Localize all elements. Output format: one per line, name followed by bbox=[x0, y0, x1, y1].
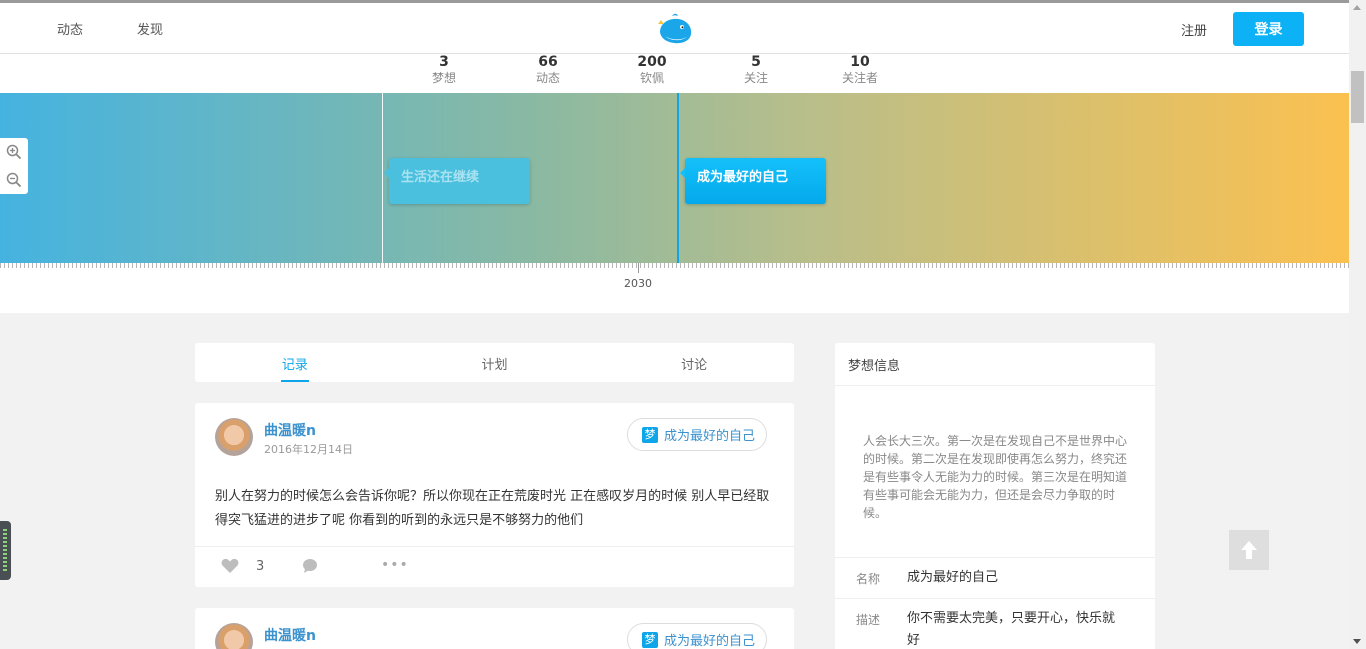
arrow-up-icon bbox=[1241, 541, 1257, 559]
scroll-down-icon[interactable] bbox=[1353, 639, 1361, 644]
scroll-up-icon[interactable] bbox=[1353, 5, 1361, 10]
dream-tag-label: 成为最好的自己 bbox=[664, 429, 756, 444]
info-row-name: 名称 成为最好的自己 bbox=[835, 557, 1155, 598]
zoom-in-icon[interactable] bbox=[0, 138, 28, 166]
info-panel-title: 梦想信息 bbox=[835, 343, 1155, 386]
like-count: 3 bbox=[256, 559, 265, 574]
zoom-controls bbox=[0, 138, 28, 194]
scrollbar-thumb[interactable] bbox=[1351, 71, 1364, 123]
stat-value: 10 bbox=[850, 54, 870, 70]
timeline-marker-line bbox=[382, 93, 383, 263]
dream-tag-button[interactable]: 梦 成为最好的自己 bbox=[627, 418, 768, 451]
dream-timeline[interactable]: 生活还在继续 成为最好的自己 bbox=[0, 93, 1349, 263]
info-key: 描述 bbox=[856, 613, 881, 627]
dream-tag-label: 成为最好的自己 bbox=[664, 634, 756, 649]
post-body: 别人在努力的时候怎么会告诉你呢？所以你现在正在荒废时光 正在感叹岁月的时候 别人… bbox=[215, 489, 770, 528]
post-date: 2016年12月14日 bbox=[264, 443, 353, 456]
stat-label: 梦想 bbox=[431, 71, 456, 85]
timeline-ruler: 2030 bbox=[0, 263, 1349, 313]
dream-tag-button[interactable]: 梦 成为最好的自己 bbox=[627, 623, 768, 649]
timeline-current-line bbox=[677, 93, 679, 263]
ruler-ticks bbox=[0, 263, 1349, 268]
side-widget-handle[interactable] bbox=[0, 521, 11, 580]
stat-label: 钦佩 bbox=[639, 71, 664, 85]
register-link[interactable]: 注册 bbox=[1181, 20, 1207, 39]
login-button[interactable]: 登录 bbox=[1233, 12, 1304, 46]
stat-followers[interactable]: 10 关注者 bbox=[820, 54, 900, 86]
avatar[interactable] bbox=[215, 418, 253, 456]
post-author[interactable]: 曲温暖n bbox=[264, 420, 316, 440]
timeline-card-life-goes-on[interactable]: 生活还在继续 bbox=[384, 158, 530, 204]
post-card: 曲温暖n 梦 成为最好的自己 bbox=[195, 608, 794, 649]
info-row-description: 描述 你不需要太完美，只要开心，快乐就好 bbox=[835, 598, 1155, 649]
profile-stats: 3 梦想 66 动态 200 钦佩 5 关注 10 关注者 bbox=[0, 54, 1349, 93]
stat-value: 5 bbox=[751, 54, 761, 70]
comment-icon[interactable] bbox=[302, 558, 318, 578]
dream-badge-icon: 梦 bbox=[642, 426, 658, 443]
info-value: 你不需要太完美，只要开心，快乐就好 bbox=[907, 611, 1116, 648]
stat-following[interactable]: 5 关注 bbox=[716, 54, 796, 86]
tab-plans[interactable]: 计划 bbox=[395, 343, 595, 382]
nav-links: 动态 发现 bbox=[57, 19, 217, 38]
nav-item-discover[interactable]: 发现 bbox=[137, 19, 217, 38]
stat-label: 动态 bbox=[535, 71, 560, 85]
heart-icon[interactable] bbox=[221, 558, 239, 578]
post-card: 曲温暖n 2016年12月14日 梦 成为最好的自己 别人在努力的时候怎么会告诉… bbox=[195, 403, 794, 587]
nav-item-feed[interactable]: 动态 bbox=[57, 19, 137, 38]
stat-admired[interactable]: 200 钦佩 bbox=[612, 54, 692, 86]
dream-badge-icon: 梦 bbox=[642, 631, 658, 648]
whale-logo-icon[interactable] bbox=[656, 12, 696, 46]
back-to-top-button[interactable] bbox=[1229, 530, 1269, 570]
stat-activities[interactable]: 66 动态 bbox=[508, 54, 588, 86]
avatar[interactable] bbox=[215, 623, 253, 649]
info-key: 名称 bbox=[856, 572, 881, 586]
post-author[interactable]: 曲温暖n bbox=[264, 625, 316, 645]
timeline-card-best-self[interactable]: 成为最好的自己 bbox=[680, 158, 826, 204]
page-scrollbar[interactable] bbox=[1349, 0, 1366, 649]
post-actions: 3 ••• bbox=[195, 546, 794, 587]
zoom-out-icon[interactable] bbox=[0, 166, 28, 194]
content-tabs: 记录 计划 讨论 bbox=[195, 343, 794, 382]
stat-label: 关注 bbox=[743, 71, 768, 85]
year-label: 2030 bbox=[624, 277, 652, 290]
top-nav: 动态 发现 注册 登录 bbox=[0, 0, 1349, 54]
dream-quote: 人会长大三次。第一次是在发现自己不是世界中心的时候。第二次是在发现即使再怎么努力… bbox=[863, 434, 1128, 520]
tab-records[interactable]: 记录 bbox=[195, 343, 395, 382]
stat-dreams[interactable]: 3 梦想 bbox=[404, 54, 484, 86]
stat-value: 3 bbox=[439, 54, 449, 70]
stat-value: 66 bbox=[538, 54, 558, 70]
info-value: 成为最好的自己 bbox=[907, 570, 999, 585]
ruler-major-tick bbox=[638, 263, 639, 273]
stat-value: 200 bbox=[637, 54, 667, 70]
stat-label: 关注者 bbox=[841, 71, 878, 85]
dream-info-panel: 梦想信息 人会长大三次。第一次是在发现自己不是世界中心的时候。第二次是在发现即使… bbox=[835, 343, 1155, 649]
tab-discussions[interactable]: 讨论 bbox=[594, 343, 794, 382]
more-icon[interactable]: ••• bbox=[381, 557, 409, 573]
